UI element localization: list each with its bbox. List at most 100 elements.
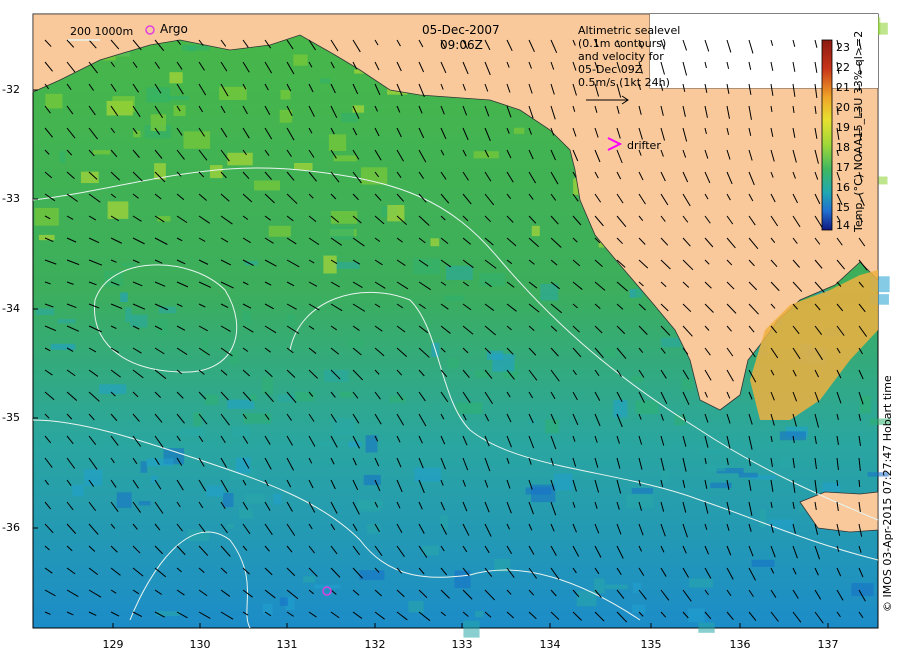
sst-patch	[540, 283, 559, 301]
lon-tick: 137	[817, 638, 839, 651]
sst-patch	[138, 501, 151, 506]
sst-patch	[242, 310, 252, 324]
sst-patch	[320, 78, 331, 84]
sst-patch	[243, 413, 272, 424]
sst-patch	[389, 396, 406, 403]
sst-patch	[447, 358, 459, 369]
sst-patch	[412, 258, 441, 274]
sst-patch	[193, 412, 202, 427]
sst-patch	[235, 457, 251, 474]
colorbar-tick: 18	[836, 141, 850, 154]
colorbar-tick: 20	[836, 101, 850, 114]
sst-patch	[339, 391, 354, 398]
sst-patch	[474, 370, 490, 378]
sst-patch	[38, 234, 55, 241]
sst-patch	[323, 255, 337, 274]
sst-patch	[156, 611, 181, 617]
lon-tick: 129	[102, 638, 124, 651]
lat-tick: -34	[2, 302, 20, 315]
sst-patch	[492, 353, 515, 372]
colorbar-tick: 15	[836, 201, 850, 214]
velocity-arrow	[858, 479, 861, 488]
sst-patch	[430, 238, 440, 247]
sst-patch	[205, 394, 218, 405]
sst-patch	[446, 265, 473, 281]
sst-patch	[99, 384, 127, 394]
sst-patch	[689, 578, 713, 588]
altimetry-line: 0.5m/s (1kt 24h)	[578, 76, 670, 89]
sst-patch	[187, 529, 210, 542]
sst-patch	[223, 492, 234, 508]
sst-patch	[440, 515, 448, 531]
sst-patch	[363, 474, 381, 486]
sst-patch	[227, 152, 253, 166]
sst-patch	[604, 584, 628, 589]
sst-patch	[444, 295, 465, 301]
colorbar-tick: 14	[836, 219, 850, 232]
credit-text: © IMOS 03-Apr-2015 07:27:47 Hobart time	[881, 375, 894, 612]
altimetry-line: Altimetric sealevel	[578, 24, 681, 37]
sst-patch	[631, 375, 644, 383]
sst-patch	[545, 419, 559, 434]
sst-patch	[330, 211, 358, 224]
sst-patch	[681, 378, 694, 391]
sst-patch	[700, 448, 720, 455]
sst-patch	[112, 96, 135, 113]
sst-patch	[456, 402, 483, 414]
sst-patch	[125, 307, 132, 323]
sst-patch	[116, 492, 132, 508]
sst-patch	[183, 131, 211, 149]
lat-tick: -35	[2, 411, 20, 424]
sst-patch	[294, 163, 313, 171]
sst-patch	[738, 472, 758, 478]
colorbar-tick: 19	[836, 121, 850, 134]
sst-patch	[262, 603, 273, 615]
sst-patch	[84, 469, 103, 486]
sst-patch	[341, 112, 358, 123]
sst-patch	[705, 465, 726, 472]
sst-patch	[268, 225, 291, 237]
sst-patch	[751, 559, 775, 568]
sst-patch	[57, 319, 76, 324]
sst-patch	[604, 347, 616, 357]
lat-tick: -32	[2, 83, 20, 96]
sst-patch	[158, 318, 169, 336]
altimetry-line: (0.1m contours)	[578, 37, 667, 50]
sst-patch	[146, 458, 174, 467]
sst-patch	[181, 427, 205, 437]
sst-map	[32, 13, 891, 638]
sst-patch	[554, 473, 573, 491]
lat-tick: -36	[2, 521, 20, 534]
sst-patch	[169, 72, 183, 84]
depth-scale-label: 200 1000m	[70, 25, 134, 38]
colorbar	[821, 39, 833, 231]
sst-patch	[59, 151, 66, 164]
sst-patch	[632, 604, 646, 614]
sst-patch	[104, 270, 124, 287]
lon-tick: 134	[539, 638, 561, 651]
sst-patch	[209, 165, 223, 179]
colorbar-tick: 23	[836, 41, 850, 54]
colorbar-tick: 17	[836, 161, 850, 174]
lon-tick: 135	[640, 638, 662, 651]
sst-patch	[187, 45, 197, 52]
sst-patch	[479, 272, 506, 287]
colorbar-tick: 16	[836, 181, 850, 194]
sst-patch	[206, 485, 224, 497]
sst-patch	[408, 600, 424, 613]
lon-tick: 130	[189, 638, 211, 651]
sst-patch	[261, 376, 273, 395]
sst-patch	[323, 370, 349, 382]
sst-patch	[294, 391, 315, 402]
sst-patch	[279, 597, 288, 606]
sst-patch	[531, 225, 540, 237]
sst-patch	[93, 150, 111, 155]
sst-patch	[513, 127, 525, 134]
sst-patch	[347, 338, 365, 347]
sst-patch	[414, 467, 441, 482]
velocity-arrow	[836, 479, 839, 487]
colorbar-title: Temp. (°C) NOAA15_L3U 33% ql>=2	[852, 30, 865, 232]
sst-patch	[72, 484, 84, 497]
sst-patch	[779, 431, 806, 441]
sst-patch	[770, 519, 794, 531]
